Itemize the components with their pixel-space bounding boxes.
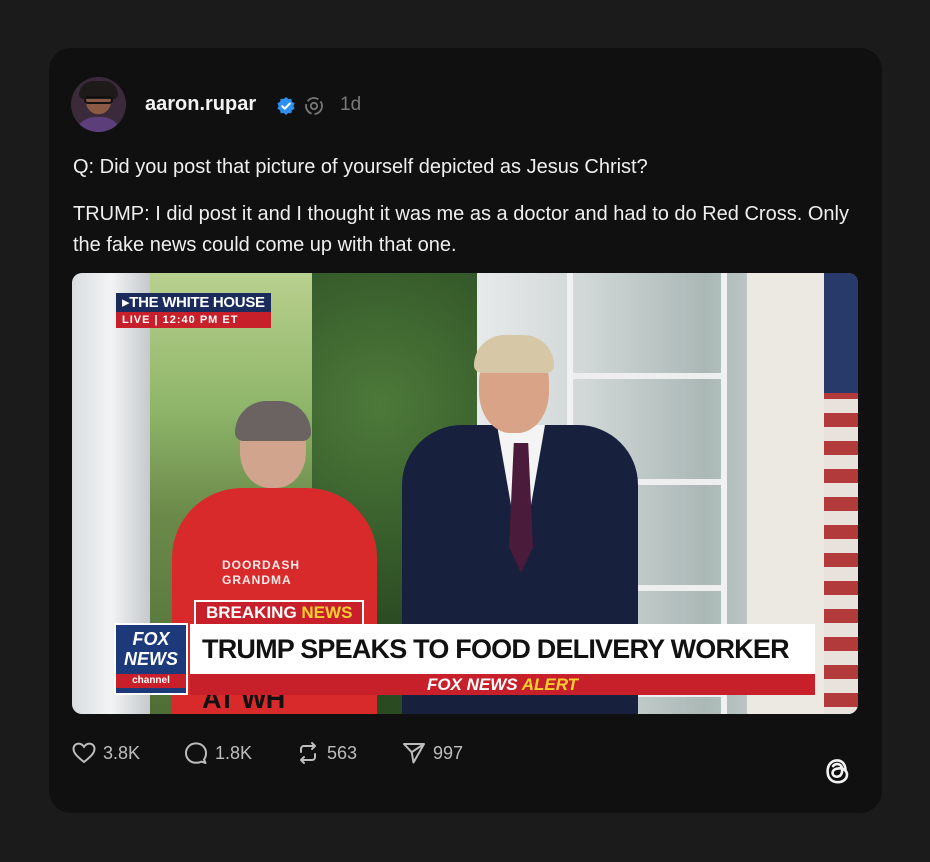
alert-bar: FOX NEWS ALERT bbox=[190, 674, 815, 695]
share-count: 997 bbox=[433, 742, 464, 763]
threads-hub-icon bbox=[305, 97, 323, 115]
repost-button[interactable]: 563 bbox=[295, 738, 357, 768]
post-video-frame[interactable]: DOORDASH GRANDMA ▸THE WHITE HOUSE LIVE |… bbox=[72, 273, 858, 714]
share-button[interactable]: 997 bbox=[401, 738, 463, 768]
repost-count: 563 bbox=[327, 742, 358, 763]
breaking-news-tag: BREAKING NEWS bbox=[194, 600, 365, 624]
post-text-answer: TRUMP: I did post it and I thought it wa… bbox=[73, 203, 849, 256]
send-icon bbox=[403, 743, 425, 764]
post-time: 1d bbox=[340, 94, 362, 115]
reply-button[interactable]: 1.8K bbox=[183, 738, 252, 768]
reply-count: 1.8K bbox=[215, 742, 253, 763]
chyron-headline: TRUMP SPEAKS TO FOOD DELIVERY WORKER AT … bbox=[190, 624, 815, 714]
avatar[interactable] bbox=[71, 77, 126, 132]
post-text-question: Q: Did you post that picture of yourself… bbox=[73, 156, 648, 178]
username[interactable]: aaron.rupar bbox=[145, 93, 256, 116]
comment-icon bbox=[185, 742, 207, 764]
shirt-logo: DOORDASH GRANDMA bbox=[222, 558, 301, 587]
heart-icon bbox=[72, 742, 96, 764]
verified-badge-icon bbox=[277, 97, 295, 115]
threads-logo-icon bbox=[826, 759, 849, 784]
repost-icon bbox=[300, 742, 316, 764]
fox-news-logo: FOX NEWS channel bbox=[114, 623, 188, 695]
like-count: 3.8K bbox=[103, 742, 141, 763]
post-card: aaron.rupar 1d Q: Did you post that pict… bbox=[49, 48, 882, 813]
location-bug: ▸THE WHITE HOUSE LIVE | 12:40 PM ET bbox=[116, 293, 271, 328]
like-button[interactable]: 3.8K bbox=[71, 738, 140, 768]
